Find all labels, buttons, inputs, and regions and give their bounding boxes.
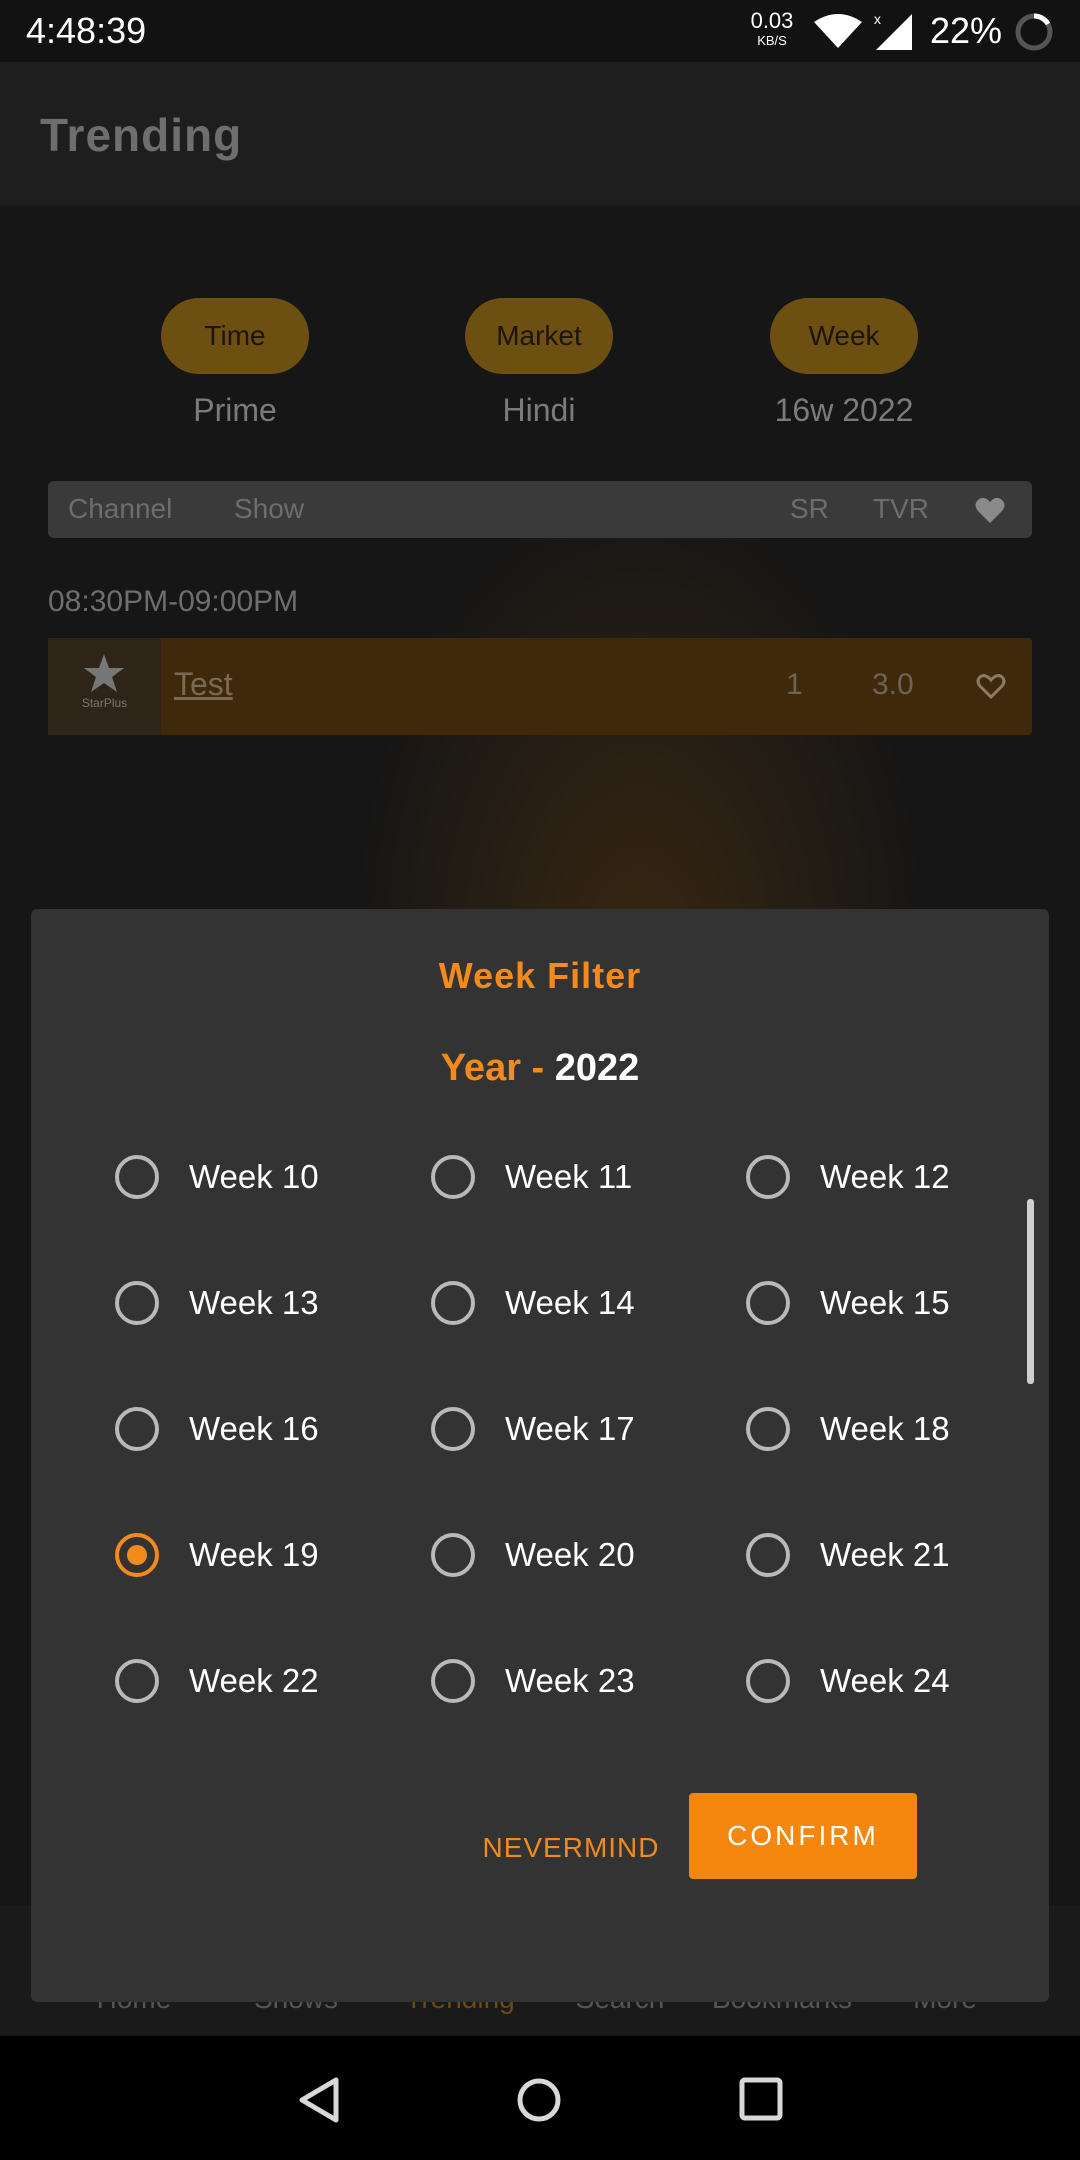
radio-button[interactable] xyxy=(431,1155,475,1199)
week-filter-dialog: Week Filter Year - 2022 Week 10 Week 11 … xyxy=(31,909,1049,2002)
radio-button[interactable] xyxy=(431,1407,475,1451)
radio-button[interactable] xyxy=(746,1533,790,1577)
radio-button[interactable] xyxy=(431,1659,475,1703)
svg-text:x: x xyxy=(874,11,881,27)
status-bar: 4:48:39 0.03 KB/S x 22% xyxy=(0,0,1080,62)
radio-button[interactable] xyxy=(746,1281,790,1325)
battery-percent: 22% xyxy=(930,10,1003,51)
week-option-selected[interactable]: Week 19 xyxy=(115,1525,319,1585)
market-filter-value: Hindi xyxy=(502,392,576,428)
radio-button[interactable] xyxy=(115,1659,159,1703)
time-filter-value: Prime xyxy=(193,392,277,428)
week-option[interactable]: Week 12 xyxy=(746,1147,950,1207)
radio-button[interactable] xyxy=(115,1281,159,1325)
favorites-heart-icon[interactable] xyxy=(975,496,1005,524)
week-option[interactable]: Week 23 xyxy=(431,1651,635,1711)
back-icon[interactable] xyxy=(296,2076,342,2124)
week-option[interactable]: Week 18 xyxy=(746,1399,950,1459)
header-show: Show xyxy=(234,493,305,524)
header-sr[interactable]: SR xyxy=(790,493,829,525)
header-tvr[interactable]: TVR xyxy=(873,493,929,525)
confirm-button[interactable]: CONFIRM xyxy=(689,1793,917,1879)
week-filter-value: 16w 2022 xyxy=(774,392,914,428)
radio-button[interactable] xyxy=(746,1407,790,1451)
network-speed: 0.03 KB/S xyxy=(745,8,799,48)
network-speed-unit: KB/S xyxy=(757,33,787,48)
star-icon xyxy=(84,654,124,692)
time-filter-chip[interactable]: Time xyxy=(161,298,309,374)
header-channel: Channel xyxy=(68,493,173,524)
timeslot-label: 08:30PM-09:00PM xyxy=(48,585,299,618)
week-option[interactable]: Week 22 xyxy=(115,1651,319,1711)
radio-button[interactable] xyxy=(746,1659,790,1703)
week-option[interactable]: Week 13 xyxy=(115,1273,319,1333)
week-option[interactable]: Week 24 xyxy=(746,1651,950,1711)
week-option[interactable]: Week 10 xyxy=(115,1147,319,1207)
dialog-scrollbar[interactable] xyxy=(1027,1199,1034,1384)
week-option[interactable]: Week 17 xyxy=(431,1399,635,1459)
market-filter-chip[interactable]: Market xyxy=(465,298,613,374)
battery-icon xyxy=(1015,13,1053,51)
channel-logo: StarPlus xyxy=(48,638,161,735)
signal-icon: x xyxy=(874,11,912,50)
radio-button[interactable] xyxy=(431,1281,475,1325)
radio-button[interactable] xyxy=(431,1533,475,1577)
show-link[interactable]: Test xyxy=(174,666,233,703)
week-option[interactable]: Week 11 xyxy=(431,1147,632,1207)
radio-button[interactable] xyxy=(115,1407,159,1451)
table-row[interactable]: StarPlus Test 1 3.0 xyxy=(48,638,1032,735)
week-option[interactable]: Week 20 xyxy=(431,1525,635,1585)
year-value[interactable]: 2022 xyxy=(555,1047,640,1089)
heart-outline-icon[interactable] xyxy=(976,672,1006,700)
year-label: Year - xyxy=(440,1047,555,1089)
app-bar: Trending xyxy=(0,62,1080,206)
status-time: 4:48:39 xyxy=(26,10,147,51)
week-option[interactable]: Week 15 xyxy=(746,1273,950,1333)
radio-button-selected[interactable] xyxy=(115,1533,159,1577)
nevermind-button[interactable]: NEVERMIND xyxy=(471,1805,671,1891)
row-sr: 1 xyxy=(786,668,803,701)
week-option[interactable]: Week 16 xyxy=(115,1399,319,1459)
system-nav-bar xyxy=(0,2036,1080,2160)
dialog-year: Year - 2022 xyxy=(31,1047,1049,1090)
wifi-icon xyxy=(814,14,862,48)
home-icon[interactable] xyxy=(515,2076,563,2124)
radio-button[interactable] xyxy=(746,1155,790,1199)
page-title: Trending xyxy=(40,109,243,161)
week-option[interactable]: Week 14 xyxy=(431,1273,635,1333)
network-speed-value: 0.03 xyxy=(750,8,794,33)
recents-icon[interactable] xyxy=(738,2076,784,2122)
radio-button[interactable] xyxy=(115,1155,159,1199)
row-tvr: 3.0 xyxy=(872,668,914,701)
table-header: Channel Show SR TVR xyxy=(48,481,1032,538)
dialog-title: Week Filter xyxy=(438,955,642,996)
week-option[interactable]: Week 21 xyxy=(746,1525,950,1585)
channel-logo-text: StarPlus xyxy=(81,696,128,710)
week-filter-chip[interactable]: Week xyxy=(770,298,918,374)
